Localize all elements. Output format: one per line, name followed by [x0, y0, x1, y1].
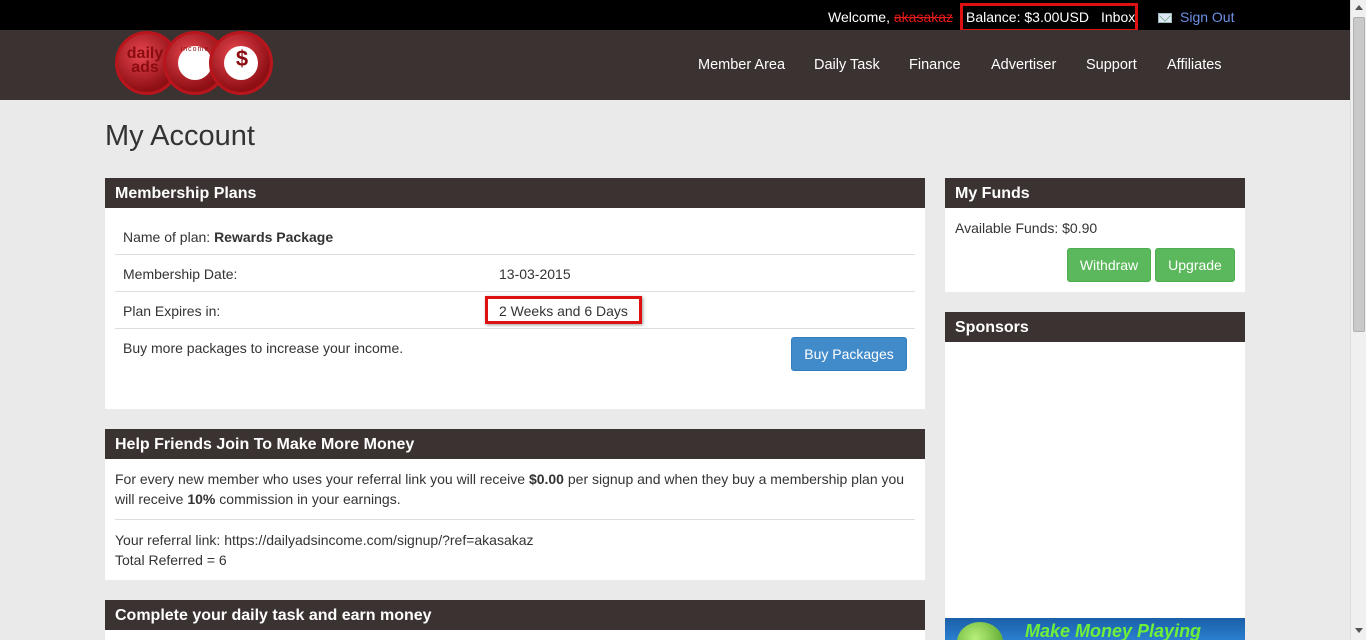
buy-packages-button[interactable]: Buy Packages — [791, 337, 907, 371]
logo-dollar: $ — [235, 46, 249, 71]
membership-date-value: 13-03-2015 — [499, 266, 571, 282]
sign-out-link[interactable]: Sign Out — [1180, 9, 1234, 25]
membership-date-row: Membership Date: 13-03-2015 — [115, 255, 915, 292]
logo-subtext: income — [180, 46, 210, 53]
plan-value: Rewards Package — [214, 229, 334, 245]
membership-panel: Membership Plans Name of plan: Rewards P… — [105, 178, 925, 409]
page-title: My Account — [105, 120, 255, 152]
withdraw-button[interactable]: Withdraw — [1067, 248, 1151, 282]
referral-description: For every new member who uses your refer… — [115, 471, 905, 507]
highlight-box-expires — [485, 296, 642, 324]
divider — [115, 519, 915, 520]
scroll-up-icon[interactable] — [1355, 5, 1363, 10]
mail-icon — [1158, 13, 1172, 23]
referral-panel: Help Friends Join To Make More Money For… — [105, 429, 925, 580]
referral-link[interactable]: Your referral link: https://dailyadsinco… — [115, 530, 534, 550]
site-logo[interactable]: daily ads income $ — [115, 30, 275, 100]
funds-panel: My Funds Available Funds: $0.90 Withdraw… — [945, 178, 1245, 292]
membership-date-label: Membership Date: — [123, 266, 238, 282]
site-header: daily ads income $ Member Area Daily Tas… — [0, 30, 1350, 100]
scroll-down-icon[interactable] — [1355, 628, 1363, 633]
nav-daily-task[interactable]: Daily Task — [814, 57, 880, 73]
nav-support[interactable]: Support — [1086, 57, 1137, 73]
inbox-link[interactable]: Inbox — [1101, 9, 1135, 25]
daily-task-panel: Complete your daily task and earn money — [105, 600, 925, 640]
nav-advertiser[interactable]: Advertiser — [991, 57, 1056, 73]
plan-label: Name of plan: — [123, 229, 211, 245]
nav-affiliates[interactable]: Affiliates — [1167, 57, 1222, 73]
top-bar: Welcome, akasakaz Balance: $3.00USD Inbo… — [0, 0, 1350, 32]
membership-heading: Membership Plans — [105, 178, 925, 208]
balance-text: Balance: $3.00USD — [966, 9, 1089, 25]
daily-task-heading: Complete your daily task and earn money — [105, 600, 925, 630]
nav-member-area[interactable]: Member Area — [698, 57, 785, 73]
username: akasakaz — [893, 9, 954, 25]
ad-text: Make Money Playing — [1025, 621, 1202, 640]
welcome-text: Welcome, akasakaz — [828, 9, 954, 25]
referral-heading: Help Friends Join To Make More Money — [105, 429, 925, 459]
sponsor-ad-banner[interactable]: Make Money Playing — [945, 618, 1245, 640]
funds-heading: My Funds — [945, 178, 1245, 208]
ad-ball-icon — [957, 622, 1003, 640]
available-funds: Available Funds: $0.90 — [955, 220, 1098, 236]
upgrade-button[interactable]: Upgrade — [1155, 248, 1235, 282]
sponsors-panel: Sponsors — [945, 312, 1245, 640]
sponsors-heading: Sponsors — [945, 312, 1245, 342]
page-scrollbar[interactable] — [1350, 0, 1366, 640]
nav-finance[interactable]: Finance — [909, 57, 961, 73]
scroll-thumb[interactable] — [1353, 17, 1365, 332]
buy-text: Buy more packages to increase your incom… — [123, 340, 404, 356]
logo-text: daily ads — [126, 45, 164, 76]
plan-row: Name of plan: Rewards Package — [115, 218, 915, 255]
plan-expires-label: Plan Expires in: — [123, 303, 221, 319]
total-referred: Total Referred = 6 — [115, 552, 227, 568]
